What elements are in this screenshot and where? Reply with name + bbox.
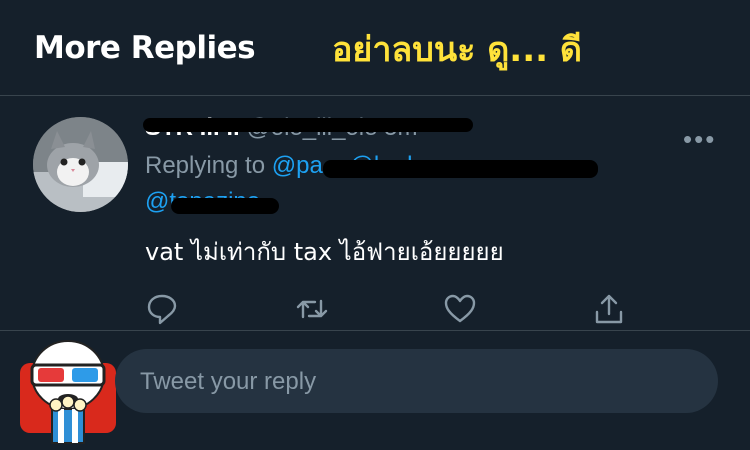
replying-to-line: Replying to @pa... @l...d [145,152,705,184]
replies-header: More Replies อย่าลบนะ ดู... ดี [0,0,750,96]
replying-to-label: Replying to [145,152,266,179]
redaction-scribble [143,118,473,132]
like-icon[interactable] [443,292,477,326]
user-avatar[interactable] [18,335,118,445]
tweet-author-line[interactable]: STR .i. ıı @ole_lli_ole 5m [143,114,705,146]
tweet[interactable]: STR .i. ıı @ole_lli_ole 5m Replying to @… [0,96,750,331]
header-title: More Replies [34,30,256,66]
tweet-text: vat ไม่เท่ากับ tax ไอ้ฟายเอ้ยยยยย [145,238,504,266]
header-caption: อย่าลบนะ ดู... ดี [332,30,582,70]
more-dots-icon[interactable]: ••• [683,124,716,155]
share-icon[interactable] [592,292,626,326]
retweet-icon[interactable] [295,292,329,326]
replying-to-handle-2[interactable]: @topazino [145,188,705,220]
reply-icon[interactable] [145,292,179,326]
tweet-actions [145,292,645,326]
reply-compose: Tweet your reply [0,331,750,444]
reply-input[interactable]: Tweet your reply [115,349,718,413]
tweet-author-avatar[interactable] [33,117,128,212]
redaction-scribble [323,160,598,178]
reply-placeholder: Tweet your reply [140,368,317,395]
redaction-scribble [171,198,279,214]
